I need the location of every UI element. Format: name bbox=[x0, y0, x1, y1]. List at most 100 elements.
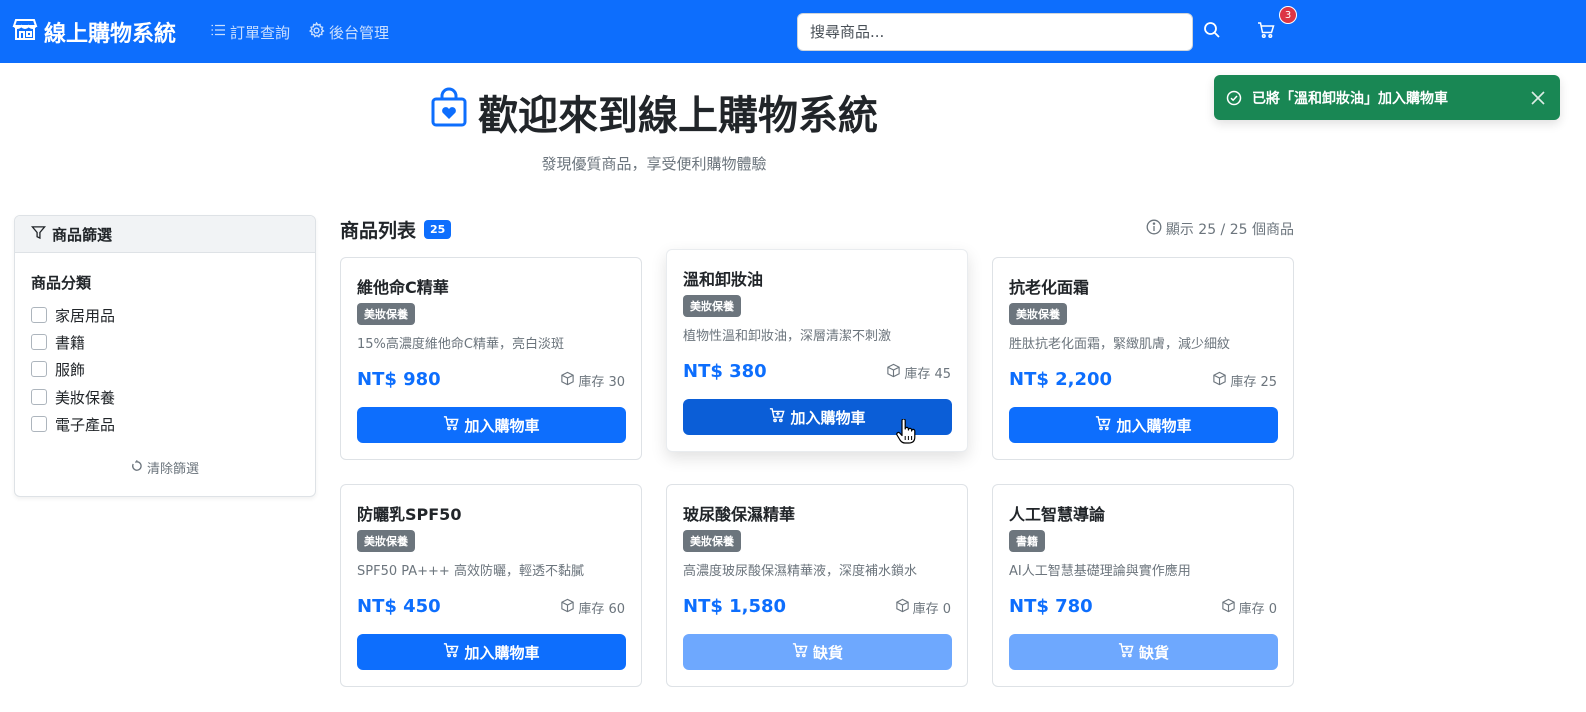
add-to-cart-label: 加入購物車 bbox=[464, 416, 540, 435]
hand-pointer-cursor-icon bbox=[896, 418, 916, 449]
product-name: 玻尿酸保濕精華 bbox=[683, 505, 796, 524]
add-to-cart-button[interactable]: 加入購物車 bbox=[357, 407, 626, 443]
add-to-cart-button[interactable]: 加入購物車 bbox=[357, 634, 626, 670]
category-option[interactable]: 美妝保養 bbox=[31, 387, 115, 407]
category-checkbox[interactable] bbox=[31, 389, 47, 405]
nav-admin[interactable]: 後台管理 bbox=[308, 20, 389, 44]
search-button[interactable] bbox=[1198, 18, 1226, 46]
list-icon bbox=[210, 22, 230, 42]
add-to-cart-label: 加入購物車 bbox=[1116, 416, 1192, 435]
category-label: 電子產品 bbox=[55, 415, 116, 434]
cart-button[interactable] bbox=[1252, 18, 1280, 46]
category-option[interactable]: 電子產品 bbox=[31, 414, 115, 434]
product-stock-label: 庫存 30 bbox=[578, 375, 625, 390]
navbar: 線上購物系統 訂單查詢 後台管理 搜尋商品... 3 bbox=[0, 0, 1586, 63]
box-icon bbox=[886, 363, 904, 382]
add-to-cart-button[interactable]: 加入購物車 bbox=[1009, 407, 1278, 443]
clear-filter-label: 清除篩選 bbox=[146, 462, 199, 477]
category-badge: 美妝保養 bbox=[357, 303, 415, 325]
category-option[interactable]: 服飾 bbox=[31, 359, 85, 379]
brand-link[interactable]: 線上購物系統 bbox=[12, 16, 176, 48]
product-name: 人工智慧導論 bbox=[1009, 505, 1106, 524]
nav-orders[interactable]: 訂單查詢 bbox=[210, 20, 290, 44]
product-stock: 庫存 0 bbox=[1221, 598, 1277, 617]
nav-orders-label: 訂單查詢 bbox=[230, 23, 291, 42]
shop-icon bbox=[12, 17, 44, 47]
box-icon bbox=[895, 598, 913, 617]
search-input[interactable] bbox=[797, 13, 1193, 51]
product-stock-label: 庫存 25 bbox=[1230, 375, 1277, 390]
product-count-text: 顯示 25 / 25 個商品 bbox=[1100, 219, 1294, 239]
product-stock: 庫存 25 bbox=[1212, 371, 1277, 390]
nav-admin-label: 後台管理 bbox=[329, 23, 390, 42]
product-stock-label: 庫存 0 bbox=[1238, 602, 1277, 617]
product-description: 15%高濃度維他命C精華，亮白淡斑 bbox=[357, 337, 564, 352]
category-option[interactable]: 家居用品 bbox=[31, 305, 115, 325]
box-icon bbox=[1212, 371, 1230, 390]
category-badge: 美妝保養 bbox=[357, 530, 415, 552]
cart-icon bbox=[792, 642, 813, 662]
product-stock-label: 庫存 45 bbox=[904, 367, 951, 382]
product-card: 防曬乳SPF50 美妝保養 SPF50 PA+++ 高效防曬，輕透不黏膩 NT$… bbox=[340, 484, 642, 687]
product-card: 溫和卸妝油 美妝保養 植物性溫和卸妝油，深層清潔不刺激 NT$ 380 庫存 4… bbox=[666, 249, 968, 452]
cart-icon bbox=[443, 415, 464, 435]
close-icon[interactable] bbox=[1528, 88, 1548, 108]
add-to-cart-label: 加入購物車 bbox=[790, 408, 866, 427]
product-card: 玻尿酸保濕精華 美妝保養 高濃度玻尿酸保濕精華液，深度補水鎖水 NT$ 1,58… bbox=[666, 484, 968, 687]
product-stock-label: 庫存 0 bbox=[912, 602, 951, 617]
category-label: 美妝保養 bbox=[55, 388, 116, 407]
category-badge: 美妝保養 bbox=[683, 530, 741, 552]
category-badge: 書籍 bbox=[1009, 530, 1045, 552]
reset-icon bbox=[131, 459, 147, 476]
category-badge: 美妝保養 bbox=[683, 295, 741, 317]
category-checkbox[interactable] bbox=[31, 307, 47, 323]
product-card: 抗老化面霜 美妝保養 胜肽抗老化面霜，緊緻肌膚，減少細紋 NT$ 2,200 庫… bbox=[992, 257, 1294, 460]
product-list-title: 商品列表 25 bbox=[340, 216, 452, 242]
add-to-cart-label: 加入購物車 bbox=[464, 643, 540, 662]
product-card: 維他命C精華 美妝保養 15%高濃度維他命C精華，亮白淡斑 NT$ 980 庫存… bbox=[340, 257, 642, 460]
product-description: 胜肽抗老化面霜，緊緻肌膚，減少細紋 bbox=[1009, 337, 1231, 352]
box-icon bbox=[560, 598, 578, 617]
filter-panel: 商品篩選 商品分類 家居用品 書籍 服飾 美妝保養 電子產品 清除篩選 bbox=[14, 215, 316, 497]
category-option[interactable]: 書籍 bbox=[31, 332, 85, 352]
product-description: 高濃度玻尿酸保濕精華液，深度補水鎖水 bbox=[683, 564, 918, 579]
page-title-text: 歡迎來到線上購物系統 bbox=[478, 93, 878, 139]
cart-icon bbox=[769, 407, 790, 427]
filter-icon bbox=[31, 225, 52, 244]
out-of-stock-label: 缺貨 bbox=[812, 643, 843, 662]
clear-filter-button[interactable]: 清除篩選 bbox=[15, 458, 315, 477]
product-stock: 庫存 60 bbox=[560, 598, 625, 617]
toast-message: 已將「溫和卸妝油」加入購物車 bbox=[1252, 90, 1448, 107]
product-name: 維他命C精華 bbox=[357, 278, 449, 297]
page-title: 歡迎來到線上購物系統 bbox=[430, 86, 878, 139]
category-checkbox[interactable] bbox=[31, 334, 47, 350]
info-icon bbox=[1146, 219, 1166, 239]
product-name: 抗老化面霜 bbox=[1009, 278, 1090, 297]
product-stock: 庫存 0 bbox=[895, 598, 951, 617]
cart-icon bbox=[1095, 415, 1116, 435]
category-checkbox[interactable] bbox=[31, 361, 47, 377]
category-label: 書籍 bbox=[55, 333, 86, 352]
filter-header: 商品篩選 bbox=[15, 216, 315, 253]
out-of-stock-button: 缺貨 bbox=[1009, 634, 1278, 670]
category-label: 家居用品 bbox=[55, 306, 116, 325]
check-circle-icon bbox=[1226, 90, 1242, 106]
product-price: NT$ 2,200 bbox=[1009, 369, 1113, 390]
category-checkbox[interactable] bbox=[31, 416, 47, 432]
category-badge: 美妝保養 bbox=[1009, 303, 1067, 325]
product-count-badge: 25 bbox=[424, 219, 452, 239]
toast-notification: 已將「溫和卸妝油」加入購物車 bbox=[1214, 75, 1560, 120]
product-card: 人工智慧導論 書籍 AI人工智慧基礎理論與實作應用 NT$ 780 庫存 0 缺… bbox=[992, 484, 1294, 687]
product-description: 植物性溫和卸妝油，深層清潔不刺激 bbox=[683, 329, 892, 344]
product-description: AI人工智慧基礎理論與實作應用 bbox=[1009, 564, 1191, 579]
product-price: NT$ 980 bbox=[357, 369, 441, 390]
product-price: NT$ 780 bbox=[1009, 596, 1093, 617]
box-icon bbox=[1221, 598, 1239, 617]
shopping-bag-heart-icon bbox=[430, 86, 478, 138]
cart-icon bbox=[1118, 642, 1139, 662]
product-price: NT$ 1,580 bbox=[683, 596, 787, 617]
product-name: 防曬乳SPF50 bbox=[357, 505, 462, 524]
product-price: NT$ 380 bbox=[683, 361, 767, 382]
page-subtitle: 發現優質商品，享受便利購物體驗 bbox=[541, 155, 767, 173]
product-name: 溫和卸妝油 bbox=[683, 270, 764, 289]
